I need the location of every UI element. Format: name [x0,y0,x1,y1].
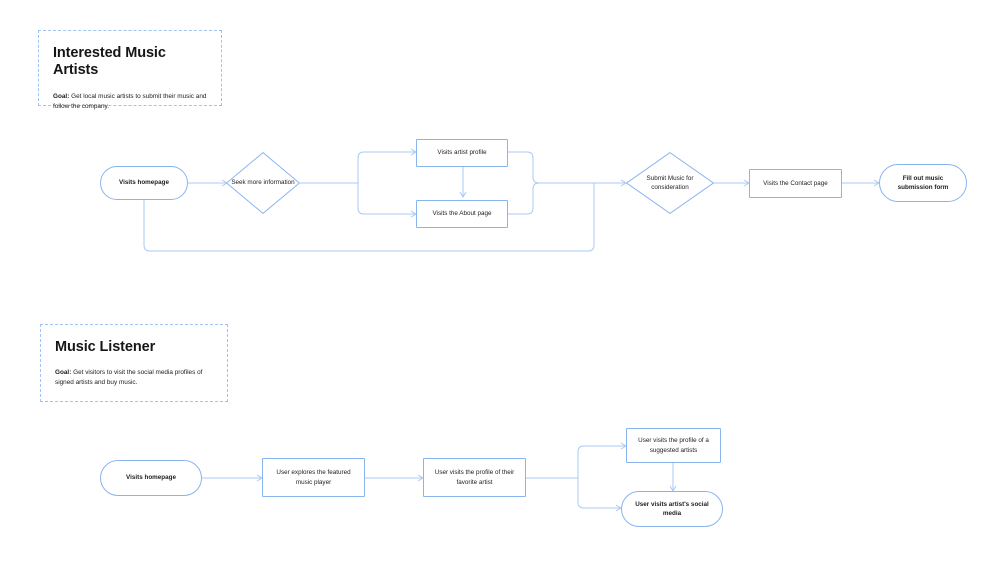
persona-card-interested-music-artists: Interested Music Artists Goal: Get local… [38,30,222,110]
node-label: Visits homepage [126,474,176,482]
edge-about-page-to-merge [508,182,540,215]
edge-f2-split-to-social [577,478,620,509]
node-f1-seek-more-information[interactable]: Seek more information [226,152,300,214]
edge-loopback-to-homepage [143,183,595,252]
persona-title: Music Listener [55,339,156,355]
persona-goal-label: Goal: [55,369,72,377]
node-label: Visits homepage [119,179,169,187]
node-f1-visits-contact-page[interactable]: Visits the Contact page [749,169,842,198]
node-label: User visits the profile of their favorit… [434,469,515,486]
persona-goal-label: Goal: [53,92,70,100]
node-f1-visits-about-page[interactable]: Visits the About page [416,200,508,228]
flowchart-canvas: Interested Music Artists Goal: Get local… [0,0,1000,561]
node-label: User visits artist's social media [635,500,709,517]
persona-goal-text: Goal: Get visitors to visit the social m… [55,368,213,388]
persona-title: Interested Music Artists [53,45,166,79]
persona-goal-text: Goal: Get local music artists to submit … [53,92,207,112]
node-f2-favorite-artist[interactable]: User visits the profile of their favorit… [423,458,526,497]
persona-goal-body: Get visitors to visit the social media p… [55,369,203,387]
node-label: Visits the About page [432,210,492,218]
node-label: Submit Music for consideration [646,174,694,191]
node-f1-submit-music[interactable]: Submit Music for consideration [626,152,714,214]
node-f2-featured-music-player[interactable]: User explores the featured music player [262,458,365,497]
node-f1-visits-homepage[interactable]: Visits homepage [100,166,188,200]
edge-split-to-about-page [357,183,415,215]
edge-f2-split-to-suggested [577,445,625,478]
node-f1-fill-out-form[interactable]: Fill out music submission form [879,164,967,202]
edge-artist-profile-to-merge [508,151,625,184]
node-label: User visits the profile of a suggested a… [638,437,709,454]
persona-goal-body: Get local music artists to submit their … [53,92,207,110]
persona-card-music-listener: Music Listener Goal: Get visitors to vis… [40,324,228,402]
node-label: Fill out music submission form [897,174,949,191]
node-f2-suggested-artists[interactable]: User visits the profile of a suggested a… [626,428,721,463]
arrowhead-about-page-top [459,191,467,198]
edge-split-to-artist-profile [357,151,415,183]
node-f1-visits-artist-profile[interactable]: Visits artist profile [416,139,508,167]
node-label: Visits the Contact page [763,179,828,187]
node-f2-social-media[interactable]: User visits artist's social media [621,491,723,527]
node-f2-visits-homepage[interactable]: Visits homepage [100,460,202,496]
node-label: Visits artist profile [437,149,487,157]
node-label: User explores the featured music player [276,469,351,486]
node-label: Seek more information [231,179,295,187]
